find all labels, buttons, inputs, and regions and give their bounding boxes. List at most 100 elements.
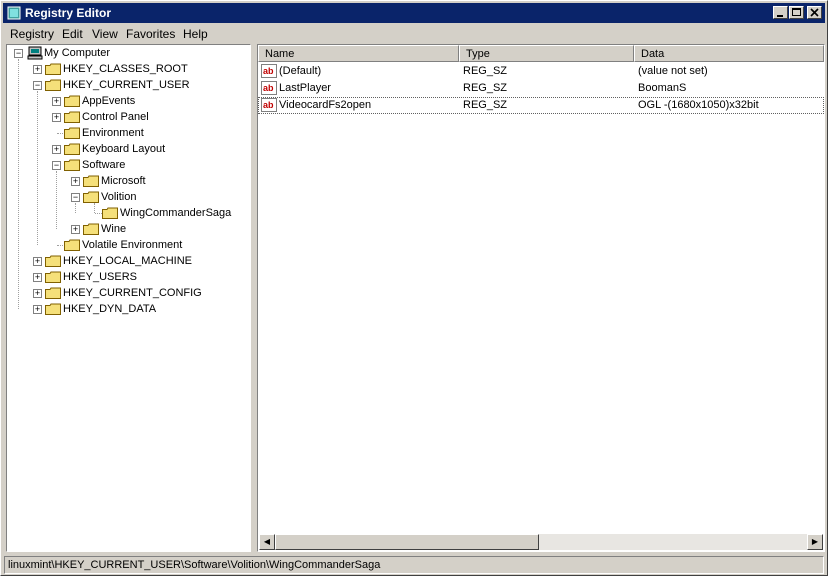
menu-help[interactable]: Help bbox=[183, 27, 208, 41]
tree-item-my-computer[interactable]: − My Computer bbox=[7, 45, 247, 61]
status-path: linuxmint\HKEY_CURRENT_USER\Software\Vol… bbox=[8, 559, 381, 571]
tree-item-volition[interactable]: − Volition bbox=[7, 189, 247, 205]
tree-item-label: Wine bbox=[101, 223, 127, 235]
tree-item-label: AppEvents bbox=[82, 95, 136, 107]
minimize-button[interactable] bbox=[773, 6, 788, 19]
scroll-thumb[interactable] bbox=[275, 534, 539, 550]
tree-item-volatile-environment[interactable]: Volatile Environment bbox=[7, 237, 247, 253]
svg-text:ab: ab bbox=[263, 100, 274, 110]
maximize-icon bbox=[792, 8, 801, 16]
folder-icon bbox=[45, 303, 61, 315]
scroll-left-button[interactable]: ◀ bbox=[259, 534, 275, 550]
tree-item-label: Control Panel bbox=[82, 111, 149, 123]
tree-item-label: Microsoft bbox=[101, 175, 146, 187]
tree-item-label: Environment bbox=[82, 127, 144, 139]
collapse-icon[interactable]: − bbox=[14, 49, 23, 58]
folder-icon bbox=[83, 223, 99, 235]
tree-item-hkey-current-user[interactable]: − HKEY_CURRENT_USER bbox=[7, 77, 247, 93]
value-data: OGL -(1680x1050)x32bit bbox=[638, 99, 759, 111]
expand-icon[interactable]: + bbox=[33, 65, 42, 74]
menu-favorites[interactable]: Favorites bbox=[126, 27, 175, 41]
tree-item-hkey-current-config[interactable]: + HKEY_CURRENT_CONFIG bbox=[7, 285, 247, 301]
collapse-icon[interactable]: − bbox=[71, 193, 80, 202]
value-data: BoomanS bbox=[638, 82, 687, 94]
value-type: REG_SZ bbox=[463, 65, 508, 77]
menu-view[interactable]: View bbox=[92, 27, 118, 41]
expand-icon[interactable]: + bbox=[33, 273, 42, 282]
menu-bar: Registry Edit View Favorites Help bbox=[3, 25, 825, 43]
folder-icon bbox=[64, 127, 80, 139]
folder-icon bbox=[64, 143, 80, 155]
tree-item-wingcommandersaga[interactable]: WingCommanderSaga bbox=[7, 205, 247, 221]
value-name: (Default) bbox=[279, 65, 322, 77]
column-header-type[interactable]: Type bbox=[459, 45, 634, 62]
string-value-icon: ab bbox=[261, 64, 277, 78]
horizontal-scrollbar[interactable]: ◀ ▶ bbox=[259, 534, 823, 550]
expand-icon[interactable]: + bbox=[71, 177, 80, 186]
tree-item-hkey-users[interactable]: + HKEY_USERS bbox=[7, 269, 247, 285]
collapse-icon[interactable]: − bbox=[33, 81, 42, 90]
list-row[interactable]: ab (Default) REG_SZ (value not set) bbox=[258, 63, 824, 80]
svg-text:ab: ab bbox=[263, 66, 274, 76]
title-bar[interactable]: Registry Editor bbox=[3, 3, 825, 23]
tree-item-label: WingCommanderSaga bbox=[120, 207, 232, 219]
expand-icon[interactable]: + bbox=[52, 145, 61, 154]
minimize-icon bbox=[777, 15, 783, 17]
key-tree-pane[interactable]: − My Computer + HKEY_CLASSES_ROOT − HKEY… bbox=[6, 44, 251, 552]
folder-icon bbox=[64, 111, 80, 123]
tree-item-label: HKEY_CURRENT_CONFIG bbox=[63, 287, 202, 299]
list-row[interactable]: ab LastPlayer REG_SZ BoomanS bbox=[258, 80, 824, 97]
expand-icon[interactable]: + bbox=[33, 257, 42, 266]
tree-item-microsoft[interactable]: + Microsoft bbox=[7, 173, 247, 189]
tree-item-label: My Computer bbox=[44, 47, 111, 59]
status-bar: linuxmint\HKEY_CURRENT_USER\Software\Vol… bbox=[4, 556, 824, 574]
scroll-right-button[interactable]: ▶ bbox=[807, 534, 823, 550]
tree-item-label: Volatile Environment bbox=[82, 239, 183, 251]
maximize-button[interactable] bbox=[789, 6, 804, 19]
tree-item-environment[interactable]: Environment bbox=[7, 125, 247, 141]
folder-icon bbox=[64, 239, 80, 251]
tree-guide-line bbox=[57, 245, 63, 247]
tree-item-label: Software bbox=[82, 159, 126, 171]
column-header-data[interactable]: Data bbox=[634, 45, 824, 62]
tree-item-keyboard-layout[interactable]: + Keyboard Layout bbox=[7, 141, 247, 157]
tree-item-hkey-classes-root[interactable]: + HKEY_CLASSES_ROOT bbox=[7, 61, 247, 77]
values-list-pane[interactable]: Name Type Data ab (Default) REG_SZ (valu… bbox=[257, 44, 825, 552]
folder-icon bbox=[45, 63, 61, 75]
tree-item-label: Keyboard Layout bbox=[82, 143, 166, 155]
computer-icon bbox=[27, 46, 43, 60]
tree-item-label: HKEY_CURRENT_USER bbox=[63, 79, 190, 91]
tree-item-label: HKEY_LOCAL_MACHINE bbox=[63, 255, 192, 267]
value-type: REG_SZ bbox=[463, 99, 508, 111]
value-name: VideocardFs2open bbox=[279, 99, 372, 111]
tree-item-wine[interactable]: + Wine bbox=[7, 221, 247, 237]
folder-open-icon bbox=[64, 159, 80, 171]
tree-item-control-panel[interactable]: + Control Panel bbox=[7, 109, 247, 125]
tree-item-label: HKEY_DYN_DATA bbox=[63, 303, 157, 315]
expand-icon[interactable]: + bbox=[33, 289, 42, 298]
list-header: Name Type Data bbox=[258, 45, 824, 62]
column-header-name[interactable]: Name bbox=[258, 45, 459, 62]
expand-icon[interactable]: + bbox=[33, 305, 42, 314]
folder-open-icon bbox=[83, 191, 99, 203]
expand-icon[interactable]: + bbox=[71, 225, 80, 234]
string-value-icon: ab bbox=[261, 81, 277, 95]
tree-item-label: HKEY_USERS bbox=[63, 271, 137, 283]
tree-item-hkey-local-machine[interactable]: + HKEY_LOCAL_MACHINE bbox=[7, 253, 247, 269]
registry-editor-icon bbox=[7, 6, 21, 20]
menu-edit[interactable]: Edit bbox=[62, 27, 83, 41]
tree-item-software[interactable]: − Software bbox=[7, 157, 247, 173]
tree-item-label: Volition bbox=[101, 191, 137, 203]
close-button[interactable] bbox=[807, 6, 822, 19]
collapse-icon[interactable]: − bbox=[52, 161, 61, 170]
folder-icon bbox=[45, 255, 61, 267]
folder-icon bbox=[45, 79, 61, 91]
expand-icon[interactable]: + bbox=[52, 113, 61, 122]
folder-icon bbox=[64, 95, 80, 107]
registry-editor-window: Registry Editor Registry Edit View Favor… bbox=[0, 0, 828, 576]
expand-icon[interactable]: + bbox=[52, 97, 61, 106]
list-row-focused[interactable]: ab VideocardFs2open REG_SZ OGL -(1680x10… bbox=[258, 97, 824, 114]
tree-item-appevents[interactable]: + AppEvents bbox=[7, 93, 247, 109]
menu-registry[interactable]: Registry bbox=[10, 27, 54, 41]
tree-item-hkey-dyn-data[interactable]: + HKEY_DYN_DATA bbox=[7, 301, 247, 317]
